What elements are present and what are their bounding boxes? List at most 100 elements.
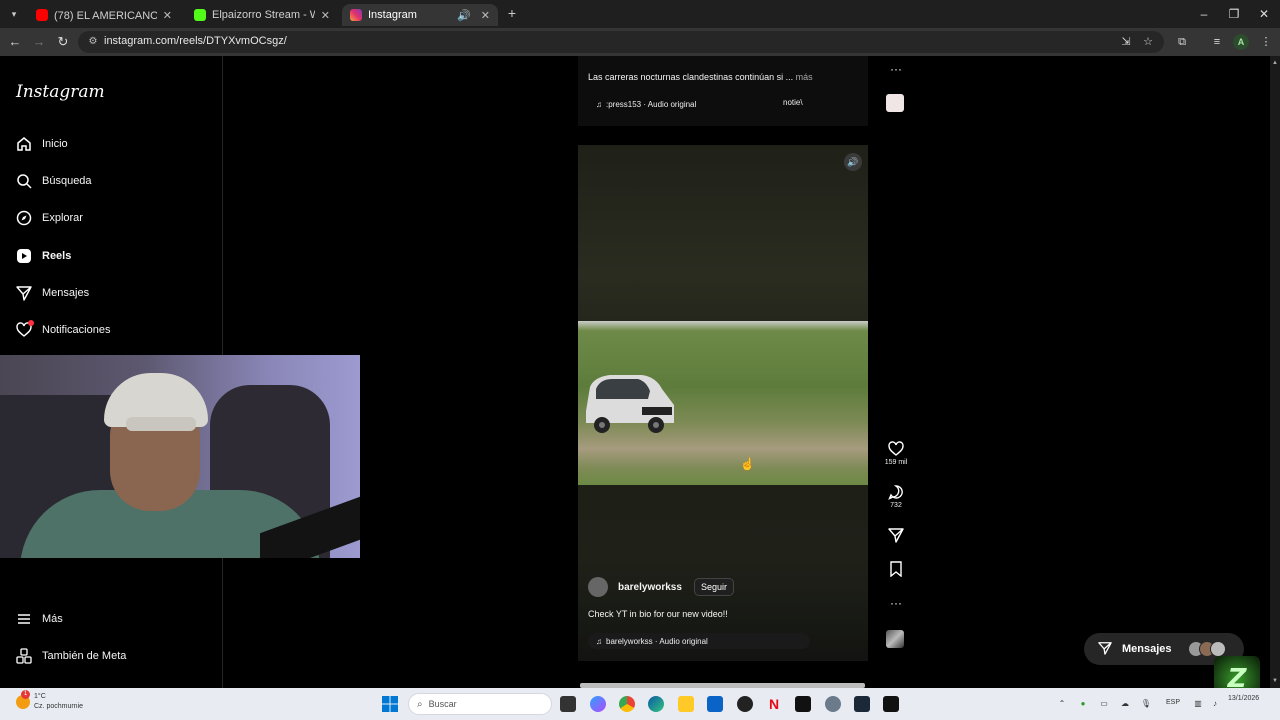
app-icon[interactable] [883, 696, 899, 712]
edge-icon[interactable] [648, 696, 664, 712]
obs-icon[interactable] [737, 696, 753, 712]
tab-instagram[interactable]: Instagram 🔊 ✕ [342, 4, 498, 26]
follow-button[interactable]: Seguir [693, 578, 734, 596]
back-icon[interactable]: ← [7, 34, 23, 50]
site-info-icon[interactable]: ⚙ [86, 35, 100, 49]
save-button[interactable] [884, 561, 908, 577]
scroll-up-arrow-icon[interactable]: ▲ [1272, 60, 1278, 66]
bookmark-star-icon[interactable]: ☆ [1140, 34, 1156, 50]
clock-date: 13/1/2026 [1228, 695, 1260, 702]
tray-overflow-icon[interactable]: ⌃ [1056, 698, 1068, 710]
steam-icon[interactable] [854, 696, 870, 712]
tab-search-dropdown-icon[interactable]: ▾ [6, 6, 22, 22]
share-button[interactable] [884, 527, 908, 543]
volume-icon[interactable]: ♪ [1209, 698, 1221, 710]
reel-video[interactable]: ☝ [578, 321, 868, 485]
sidebar-item-label: Reels [42, 250, 72, 262]
instagram-logo[interactable]: Instagram [16, 82, 105, 102]
sidebar-item-inicio[interactable]: Inicio [12, 129, 212, 159]
reel-caption: Check YT in bio for our new video!! [588, 609, 728, 619]
current-reel[interactable]: 🔊 ☝ barelyworkss Seguir Check YT in bio … [578, 145, 868, 661]
language-indicator[interactable]: ESP [1166, 699, 1180, 706]
menu-kebab-icon[interactable]: ⋮ [1258, 34, 1274, 50]
chrome-icon[interactable] [619, 696, 635, 712]
comment-count: 732 [890, 502, 902, 509]
previous-more-options-icon[interactable]: ··· [884, 62, 908, 76]
webcam-overlay [0, 355, 360, 558]
task-view-icon[interactable] [560, 696, 576, 712]
install-app-icon[interactable]: ⇲ [1118, 34, 1134, 50]
sidebar-item-label: Explorar [42, 212, 83, 224]
sidebar-item-meta[interactable]: También de Meta [12, 641, 212, 671]
system-clock[interactable]: 13/1/2026 [1228, 694, 1259, 704]
netflix-icon[interactable]: N [766, 696, 782, 712]
username[interactable]: barelyworkss [618, 582, 682, 593]
scroll-down-arrow-icon[interactable]: ▼ [1272, 678, 1278, 684]
tray-cloud-icon[interactable]: ☁ [1119, 698, 1131, 710]
hamburger-menu-icon [12, 607, 36, 631]
sidebar-item-mas[interactable]: Más [12, 604, 212, 634]
sidebar-item-reels[interactable]: Reels [12, 241, 212, 271]
close-tab-icon[interactable]: ✕ [321, 9, 330, 22]
reload-icon[interactable]: ↻ [55, 34, 71, 50]
new-tab-button[interactable]: + [504, 5, 520, 21]
comment-button[interactable]: 732 [884, 484, 908, 509]
more-options-icon[interactable]: ··· [884, 596, 908, 610]
sidebar-item-notificaciones[interactable]: Notificaciones [12, 315, 212, 345]
send-icon [12, 281, 36, 305]
network-icon[interactable]: ▥ [1192, 698, 1204, 710]
sidebar-item-label: Mensajes [42, 287, 90, 299]
tray-app-icon[interactable]: ● [1077, 698, 1089, 710]
close-window-icon[interactable]: ✕ [1256, 6, 1272, 22]
previous-reel-audio[interactable]: ♫ :press153 · Audio original [588, 96, 810, 112]
close-tab-icon[interactable]: ✕ [481, 9, 490, 22]
copilot-icon[interactable] [590, 696, 606, 712]
like-count: 159 mil [884, 459, 908, 466]
forward-icon[interactable]: → [31, 34, 47, 50]
volume-icon[interactable]: 🔊 [844, 153, 862, 171]
page-scrollbar[interactable]: ▲ ▼ [1270, 56, 1280, 688]
kick-favicon-icon [194, 9, 206, 21]
sidebar-item-busqueda[interactable]: Búsqueda [12, 166, 212, 196]
tray-display-icon[interactable]: ▭ [1098, 698, 1110, 710]
tray-mic-icon[interactable]: 🎙 [1140, 698, 1152, 710]
windows-start-icon[interactable] [382, 696, 398, 712]
taskbar-search[interactable]: ⌕ Buscar [408, 693, 552, 715]
reel-audio[interactable]: ♫ barelyworkss · Audio original [588, 633, 810, 649]
audio-playing-icon[interactable]: 🔊 [457, 9, 471, 22]
url-text: instagram.com/reels/DTYXvmOCsgz/ [104, 35, 287, 47]
previous-audio-thumbnail[interactable] [886, 94, 904, 112]
tab-strip: ▾ (78) EL AMERICANO 4KT ✕ Pl ✕ Elpaizorr… [0, 0, 1280, 28]
previous-reel: Las carreras nocturnas clandestinas cont… [578, 56, 868, 126]
settings-icon[interactable] [825, 696, 841, 712]
comment-icon [888, 485, 903, 500]
file-explorer-icon[interactable] [678, 696, 694, 712]
sidebar-item-label: Inicio [42, 138, 68, 150]
tab-kick[interactable]: Elpaizorro Stream - Watch Live ✕ [186, 4, 338, 26]
profile-avatar[interactable]: A [1233, 34, 1249, 50]
bookmark-icon [890, 561, 902, 577]
tab-title: (78) EL AMERICANO 4KT ✕ Pl [54, 9, 157, 22]
restore-icon[interactable]: ❐ [1226, 6, 1242, 22]
tab-youtube[interactable]: (78) EL AMERICANO 4KT ✕ Pl ✕ [28, 4, 180, 26]
minimize-icon[interactable]: – [1196, 6, 1212, 22]
weather-desc: Cz. pochmurnie [34, 703, 84, 710]
sidebar-item-label: También de Meta [42, 650, 127, 662]
audio-thumbnail[interactable] [886, 630, 904, 648]
media-controls-icon[interactable]: ≡ [1209, 34, 1225, 50]
music-note-icon: ♫ [596, 99, 602, 109]
like-button[interactable]: 159 mil [884, 441, 908, 466]
extensions-icon[interactable]: ⧉ [1174, 34, 1190, 50]
avatar [1210, 641, 1226, 657]
heart-icon [12, 318, 36, 342]
sidebar-item-mensajes[interactable]: Mensajes [12, 278, 212, 308]
weather-widget[interactable]: 1 1°C Cz. pochmurnie [16, 690, 106, 716]
avatar[interactable] [588, 577, 608, 597]
close-tab-icon[interactable]: ✕ [163, 9, 172, 22]
capcut-icon[interactable] [795, 696, 811, 712]
store-icon[interactable] [707, 696, 723, 712]
audio-label: :press153 · Audio original [606, 99, 697, 109]
sidebar-item-explorar[interactable]: Explorar [12, 203, 212, 233]
caption-more-link[interactable]: más [796, 72, 813, 82]
address-bar[interactable]: ⚙ instagram.com/reels/DTYXvmOCsgz/ [78, 31, 1164, 53]
